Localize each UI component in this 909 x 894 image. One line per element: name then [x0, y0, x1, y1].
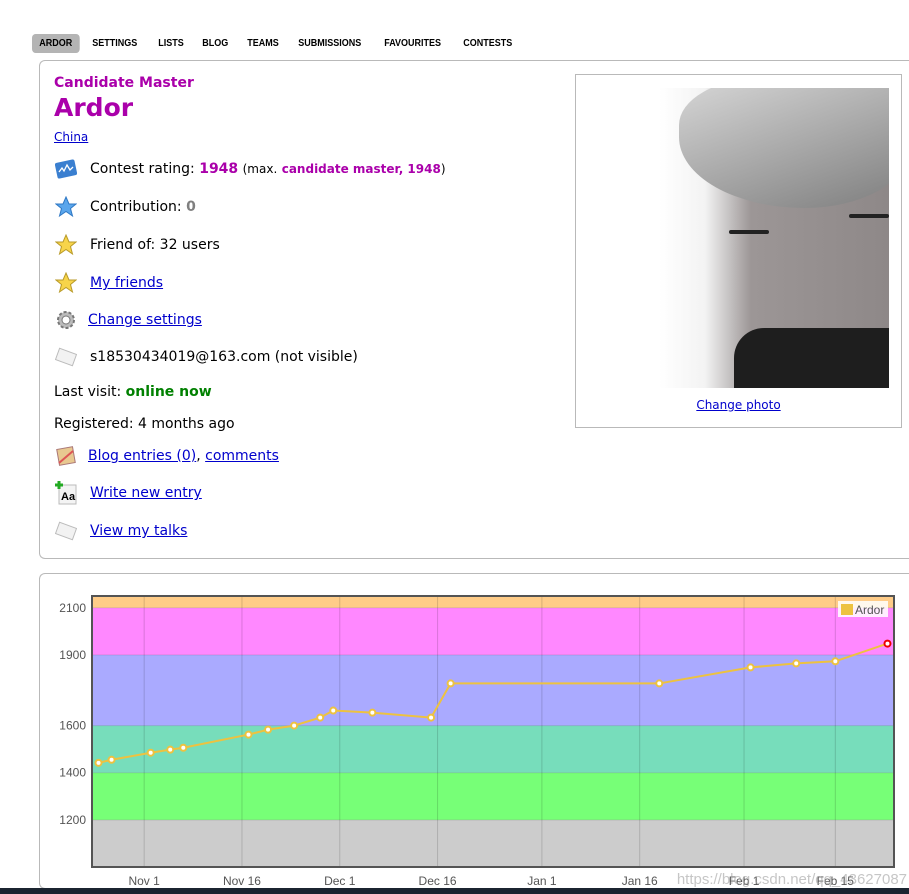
write-entry-row: Aa Write new entry — [54, 481, 202, 505]
legend-label: Ardor — [855, 603, 884, 617]
y-tick-label: 1900 — [59, 648, 86, 662]
email-text: s18530434019@163.com (not visible) — [90, 349, 358, 365]
email-row: s18530434019@163.com (not visible) — [54, 345, 358, 369]
friend-of-row: Friend of: 32 users — [54, 233, 220, 257]
x-tick-label: Dec 1 — [324, 874, 356, 888]
rating-band — [92, 772, 894, 820]
user-handle: Ardor — [54, 93, 134, 122]
rating-graph-icon — [54, 157, 78, 181]
nav-tab-favourites[interactable]: FAVOURITES — [377, 34, 448, 53]
contribution-value: 0 — [186, 199, 196, 215]
x-tick-label: Jan 16 — [622, 874, 658, 888]
max-rating: candidate master, 1948 — [281, 162, 441, 176]
rating-point — [427, 713, 436, 722]
rating-label: Contest rating: — [90, 161, 195, 177]
change-settings-link[interactable]: Change settings — [88, 312, 202, 328]
change-photo-link[interactable]: Change photo — [696, 398, 780, 412]
rating-point — [264, 725, 273, 734]
x-tick-label: Nov 16 — [223, 874, 261, 888]
x-tick-label: Jan 1 — [527, 874, 557, 888]
envelope-icon — [54, 345, 78, 369]
rating-band — [92, 596, 894, 608]
comments-link[interactable]: comments — [205, 448, 279, 464]
rating-point — [368, 708, 377, 717]
blog-entries-link[interactable]: Blog entries (0) — [88, 448, 196, 464]
rating-point — [179, 743, 188, 752]
contribution-label: Contribution: — [90, 199, 182, 215]
y-tick-label: 1200 — [59, 813, 86, 827]
user-rank: Candidate Master — [54, 75, 194, 91]
talks-row: View my talks — [54, 519, 187, 543]
registered-text: Registered: 4 months ago — [54, 416, 235, 432]
rating-value: 1948 — [199, 161, 239, 177]
blue-star-icon — [54, 195, 78, 219]
y-tick-label: 1400 — [59, 766, 86, 780]
settings-row: Change settings — [54, 308, 202, 332]
rating-band — [92, 725, 894, 773]
rating-graph-box: 1200 1400 1600 1900 2100 Nov 1 Nov 16 Dec 1 Dec … — [39, 573, 909, 889]
my-friends-row: My friends — [54, 271, 163, 295]
envelope-icon — [54, 519, 78, 543]
rating-point — [146, 748, 155, 757]
rating-point — [166, 745, 175, 754]
nav-tab-submissions[interactable]: SUBMISSIONS — [291, 34, 368, 53]
rating-point — [831, 657, 840, 666]
comma: , — [196, 448, 201, 464]
nav-tab-ardor[interactable]: ARDOR — [32, 34, 80, 53]
rating-point — [746, 663, 755, 672]
watermark: https://blog.csdn.net/qq_43627087 — [677, 871, 907, 888]
y-tick-label: 1600 — [59, 719, 86, 733]
rating-point — [107, 755, 116, 764]
write-entry-icon: Aa — [54, 481, 78, 505]
rating-point — [290, 721, 299, 730]
rating-point — [94, 758, 103, 767]
contribution-row: Contribution: 0 — [54, 195, 196, 219]
country-link[interactable]: China — [54, 130, 88, 144]
rating-point — [244, 730, 253, 739]
legend-swatch — [841, 604, 853, 615]
rating-point — [316, 713, 325, 722]
y-tick-label: 2100 — [59, 601, 86, 615]
max-close: ) — [440, 162, 446, 176]
svg-text:Aa: Aa — [61, 491, 76, 503]
rating-band — [92, 819, 894, 867]
nav-tab-blog[interactable]: BLOG — [195, 34, 235, 53]
x-tick-label: Dec 16 — [419, 874, 457, 888]
rating-point — [792, 659, 801, 668]
nav-tab-lists[interactable]: LISTS — [151, 34, 191, 53]
rating-point — [329, 706, 338, 715]
max-open: (max. — [242, 162, 278, 176]
rating-band — [92, 607, 894, 655]
star-icon — [54, 271, 78, 295]
friend-of-text: Friend of: 32 users — [90, 237, 220, 253]
photo-box: Change photo — [575, 74, 902, 428]
star-icon — [54, 233, 78, 257]
rating-point — [446, 679, 455, 688]
gear-icon — [54, 308, 78, 332]
nav-tab-contests[interactable]: CONTESTS — [456, 34, 519, 53]
rating-chart: 1200 1400 1600 1900 2100 Nov 1 Nov 16 Dec 1 Dec … — [59, 595, 907, 888]
last-visit-label: Last visit: — [54, 384, 122, 400]
user-avatar — [659, 88, 889, 388]
taskbar — [0, 888, 909, 894]
last-visit-row: Last visit: online now — [54, 384, 212, 400]
profile-box: Candidate Master Ardor China Contest rat… — [39, 60, 909, 559]
view-talks-link[interactable]: View my talks — [90, 523, 187, 539]
my-friends-link[interactable]: My friends — [90, 275, 163, 291]
contest-rating-row: Contest rating: 1948 (max. candidate mas… — [54, 157, 446, 181]
rating-point — [655, 679, 664, 688]
nav-tab-settings[interactable]: SETTINGS — [85, 34, 144, 53]
write-new-entry-link[interactable]: Write new entry — [90, 485, 202, 501]
profile-nav: ARDOR SETTINGS LISTS BLOG TEAMS SUBMISSIONS FA… — [32, 34, 527, 53]
last-visit-value: online now — [125, 384, 212, 400]
rating-point — [883, 639, 892, 648]
blog-icon — [54, 444, 78, 468]
x-tick-label: Nov 1 — [128, 874, 160, 888]
blog-row: Blog entries (0), comments — [54, 444, 279, 468]
nav-tab-teams[interactable]: TEAMS — [240, 34, 286, 53]
registered-row: Registered: 4 months ago — [54, 416, 235, 432]
